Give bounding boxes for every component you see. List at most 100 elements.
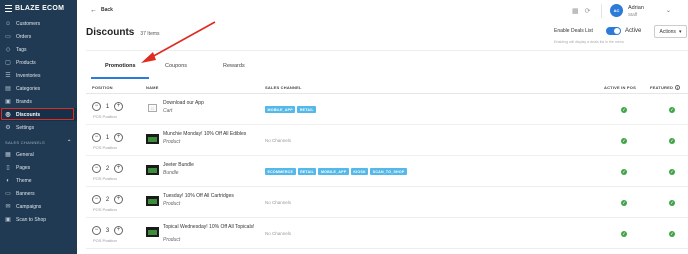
sidebar-item-orders[interactable]: ▭ Orders bbox=[0, 30, 77, 43]
no-channels-text: No Channels bbox=[265, 200, 292, 205]
user-info: Adrian Staff bbox=[628, 5, 644, 17]
top-bar: ← Back ▦ ⟳ AC Adrian Staff ⌄ bbox=[77, 0, 688, 22]
sidebar-item-scan-to-shop[interactable]: ▣ Scan to Shop bbox=[0, 213, 77, 226]
section-label: SALES CHANNELS bbox=[5, 139, 45, 145]
campaign-icon: ✉ bbox=[5, 203, 11, 210]
chevron-down-icon[interactable]: ⌄ bbox=[666, 7, 671, 14]
active-tab-indicator bbox=[91, 77, 149, 79]
sales-channels-section[interactable]: SALES CHANNELS ⌃ bbox=[0, 136, 77, 148]
actions-dropdown[interactable]: Actions ▾ bbox=[654, 25, 687, 38]
tag-icon: ◇ bbox=[5, 46, 11, 53]
brand-name: BLAZE ECOM bbox=[15, 5, 65, 12]
sales-channels-nav: ▦ General ▯ Pages ◐ Theme ▭ Banners ✉ Campaigns ▣ S… bbox=[0, 148, 77, 226]
gear-icon: ⚙ bbox=[5, 124, 11, 131]
discount-type: Product bbox=[163, 237, 181, 243]
header-position: POSITION bbox=[92, 85, 113, 90]
sidebar-item-theme[interactable]: ◐ Theme bbox=[0, 174, 77, 187]
tab-rewards[interactable]: Rewards bbox=[223, 63, 245, 69]
channel-badge: MOBILE_APP bbox=[318, 168, 349, 175]
brand-icon: ▣ bbox=[5, 98, 11, 105]
sidebar-item-label: Brands bbox=[16, 98, 32, 105]
menu-icon[interactable] bbox=[5, 5, 12, 12]
sidebar-item-label: Settings bbox=[16, 124, 35, 131]
sidebar-item-pages[interactable]: ▯ Pages bbox=[0, 161, 77, 174]
sidebar-item-label: Tags bbox=[16, 46, 27, 53]
sidebar-item-discounts[interactable]: ◎ Discounts bbox=[0, 108, 77, 121]
sidebar-item-label: Categories bbox=[16, 85, 41, 92]
discount-name-link[interactable]: Topical Wednesday! 10% Off All Topicals! bbox=[163, 224, 273, 231]
sidebar-item-label: General bbox=[16, 151, 34, 158]
sidebar-item-tags[interactable]: ◇ Tags bbox=[0, 43, 77, 56]
decrement-button[interactable]: − bbox=[92, 133, 101, 142]
tab-coupons[interactable]: Coupons bbox=[165, 63, 187, 69]
check-circle-icon: ✓ bbox=[669, 231, 675, 237]
sidebar-item-settings[interactable]: ⚙ Settings bbox=[0, 121, 77, 134]
sidebar-item-label: Banners bbox=[16, 190, 35, 197]
check-circle-icon: ✓ bbox=[621, 169, 627, 175]
increment-button[interactable]: + bbox=[114, 164, 123, 173]
increment-button[interactable]: + bbox=[114, 195, 123, 204]
sidebar-item-categories[interactable]: ▤ Categories bbox=[0, 82, 77, 95]
sidebar-item-label: Theme bbox=[16, 177, 32, 184]
refresh-icon[interactable]: ⟳ bbox=[585, 7, 591, 15]
check-circle-icon: ✓ bbox=[621, 231, 627, 237]
sidebar-item-customers[interactable]: ☺ Customers bbox=[0, 17, 77, 30]
user-menu[interactable]: AC Adrian Staff ⌄ bbox=[610, 4, 671, 17]
sidebar-item-products[interactable]: ▢ Products bbox=[0, 56, 77, 69]
increment-button[interactable]: + bbox=[114, 226, 123, 235]
position-stepper: −2 + bbox=[92, 164, 123, 173]
actions-label: Actions bbox=[659, 28, 676, 35]
increment-button[interactable]: + bbox=[114, 133, 123, 142]
promo-thumbnail bbox=[146, 227, 159, 237]
sidebar-item-label: Products bbox=[16, 59, 36, 66]
banner-icon: ▭ bbox=[5, 190, 11, 197]
channel-badge: RETAIL bbox=[297, 168, 317, 175]
chevron-up-icon[interactable]: ⌃ bbox=[67, 139, 72, 146]
sidebar-item-general[interactable]: ▦ General bbox=[0, 148, 77, 161]
decrement-button[interactable]: − bbox=[92, 195, 101, 204]
store-icon[interactable]: ▦ bbox=[572, 7, 579, 15]
table-header: POSITION NAME SALES CHANNEL ACTIVE IN PO… bbox=[86, 81, 688, 94]
decrement-button[interactable]: − bbox=[92, 226, 101, 235]
no-channels-text: No Channels bbox=[265, 138, 292, 143]
discount-type: Bundle bbox=[163, 170, 179, 176]
sidebar-item-label: Customers bbox=[16, 20, 41, 27]
position-value: 2 bbox=[105, 196, 110, 203]
user-role: Staff bbox=[628, 11, 638, 17]
sidebar: BLAZE ECOM ☺ Customers ▭ Orders ◇ Tags ▢ Produc… bbox=[0, 0, 77, 254]
tab-promotions[interactable]: Promotions bbox=[105, 63, 136, 69]
sidebar-item-brands[interactable]: ▣ Brands bbox=[0, 95, 77, 108]
discount-type: Product bbox=[163, 139, 181, 145]
thumbnail-graphic bbox=[148, 167, 157, 173]
discount-name-link[interactable]: Jeeter Bundle bbox=[163, 162, 273, 169]
no-channels-text: No Channels bbox=[265, 231, 292, 236]
deals-toggle-switch[interactable] bbox=[606, 27, 621, 35]
header-active-in-pos: ACTIVE IN POS bbox=[604, 85, 636, 90]
promo-thumbnail bbox=[146, 134, 159, 144]
brand-logo[interactable]: BLAZE ECOM bbox=[0, 0, 77, 17]
decrement-button[interactable]: − bbox=[92, 164, 101, 173]
title-row: Discounts 37 Items bbox=[86, 27, 160, 38]
header-featured: FEATURED i bbox=[650, 85, 681, 90]
discount-name-link[interactable]: Tuesday! 10% Off All Cartridges bbox=[163, 193, 273, 200]
thumbnail-graphic bbox=[148, 198, 157, 204]
sidebar-item-campaigns[interactable]: ✉ Campaigns bbox=[0, 200, 77, 213]
sidebar-item-inventories[interactable]: ☰ Inventories bbox=[0, 69, 77, 82]
pos-position-label: POS Position bbox=[93, 145, 117, 150]
back-button[interactable]: ← Back bbox=[90, 7, 113, 14]
channel-badge: MOBILE_APP bbox=[265, 106, 296, 113]
position-value: 1 bbox=[105, 103, 110, 110]
discount-name-link[interactable]: Download our App bbox=[163, 100, 273, 107]
increment-button[interactable]: + bbox=[114, 102, 123, 111]
user-name: Adrian bbox=[628, 4, 644, 11]
sidebar-item-banners[interactable]: ▭ Banners bbox=[0, 187, 77, 200]
divider bbox=[601, 4, 602, 18]
check-circle-icon: ✓ bbox=[669, 169, 675, 175]
promo-thumbnail bbox=[146, 165, 159, 175]
page-title: Discounts bbox=[86, 27, 135, 38]
decrement-button[interactable]: − bbox=[92, 102, 101, 111]
info-icon[interactable]: i bbox=[675, 85, 681, 90]
discount-name-link[interactable]: Munchie Monday! 10% Off All Edibles bbox=[163, 131, 273, 138]
position-stepper: −1 + bbox=[92, 102, 123, 111]
channel-badge: SCAN_TO_SHOP bbox=[370, 168, 407, 175]
